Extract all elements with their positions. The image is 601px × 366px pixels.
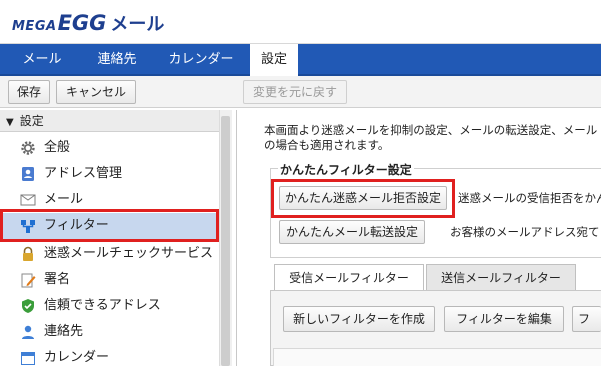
filter-highlight-box	[0, 209, 219, 242]
sidebar-item-label: 信頼できるアドレス	[44, 298, 161, 313]
easy-filter-title: かんたんフィルター設定	[278, 161, 414, 178]
tab-incoming-filter[interactable]: 受信メールフィルター	[274, 264, 424, 290]
calendar-icon	[20, 350, 36, 366]
logo-mail: メール	[110, 14, 165, 35]
sidebar-item-trusted[interactable]: 信頼できるアドレス	[0, 293, 220, 319]
cancel-button[interactable]: キャンセル	[56, 80, 136, 104]
main-nav: メール 連絡先 カレンダー 設定	[0, 44, 601, 78]
sidebar-item-spam-check[interactable]: 迷惑メールチェックサービス	[0, 241, 220, 267]
address-book-icon	[20, 166, 36, 182]
sidebar-item-label: 連絡先	[44, 324, 84, 339]
description-line-1: 本画面より迷惑メールを抑制の設定、メールの転送設定、メール	[264, 123, 598, 137]
sidebar-item-address[interactable]: アドレス管理	[0, 161, 220, 187]
app-header: MEGA EGG メール	[0, 0, 601, 44]
create-filter-button[interactable]: 新しいフィルターを作成	[283, 306, 435, 332]
sidebar-header[interactable]: ▼ 設定	[0, 110, 232, 132]
forward-description: お客様のメールアドレス宛て	[450, 225, 600, 239]
sidebar-item-label: メール	[44, 192, 84, 207]
sidebar-item-label: 迷惑メールチェックサービス	[44, 246, 214, 261]
spam-reject-description: 迷惑メールの受信拒否をかん	[458, 191, 601, 205]
sidebar-header-label: 設定	[19, 114, 44, 128]
toolbar: 保存 キャンセル 変更を元に戻す	[0, 76, 601, 108]
more-filter-button[interactable]: フィ	[572, 306, 601, 332]
sidebar-item-calendar[interactable]: カレンダー	[0, 345, 220, 366]
tab-calendar[interactable]: カレンダー	[158, 44, 244, 76]
filter-list	[273, 348, 601, 366]
envelope-icon	[20, 192, 36, 208]
tab-contacts[interactable]: 連絡先	[82, 44, 152, 76]
revert-button[interactable]: 変更を元に戻す	[243, 80, 347, 104]
logo-egg: EGG	[57, 11, 107, 35]
shield-check-icon	[20, 298, 36, 314]
lock-icon	[20, 246, 36, 262]
logo-mega: MEGA	[12, 19, 57, 34]
sidebar-item-label: 全般	[44, 140, 71, 155]
pen-icon	[20, 272, 36, 288]
gear-icon	[20, 140, 36, 156]
collapse-triangle-icon: ▼	[6, 117, 14, 128]
sidebar-item-label: アドレス管理	[44, 166, 123, 181]
save-button[interactable]: 保存	[8, 80, 50, 104]
person-icon	[20, 324, 36, 340]
tab-mail[interactable]: メール	[10, 44, 74, 76]
sidebar-item-label: カレンダー	[44, 350, 110, 365]
sidebar-item-contacts[interactable]: 連絡先	[0, 319, 220, 345]
tab-settings[interactable]: 設定	[250, 44, 298, 78]
sidebar-item-signature[interactable]: 署名	[0, 267, 220, 293]
edit-filter-button[interactable]: フィルターを編集	[444, 306, 564, 332]
sidebar-item-label: 署名	[44, 272, 71, 287]
forward-button[interactable]: かんたんメール転送設定	[279, 220, 425, 244]
sidebar-scroll-thumb[interactable]	[221, 116, 230, 366]
spam-reject-highlight-box	[271, 179, 455, 218]
sidebar-item-general[interactable]: 全般	[0, 135, 220, 161]
description-line-2: の場合も適用されます。	[264, 138, 390, 152]
tab-outgoing-filter[interactable]: 送信メールフィルター	[426, 264, 576, 290]
megaegg-logo: MEGA EGG メール	[12, 10, 164, 36]
